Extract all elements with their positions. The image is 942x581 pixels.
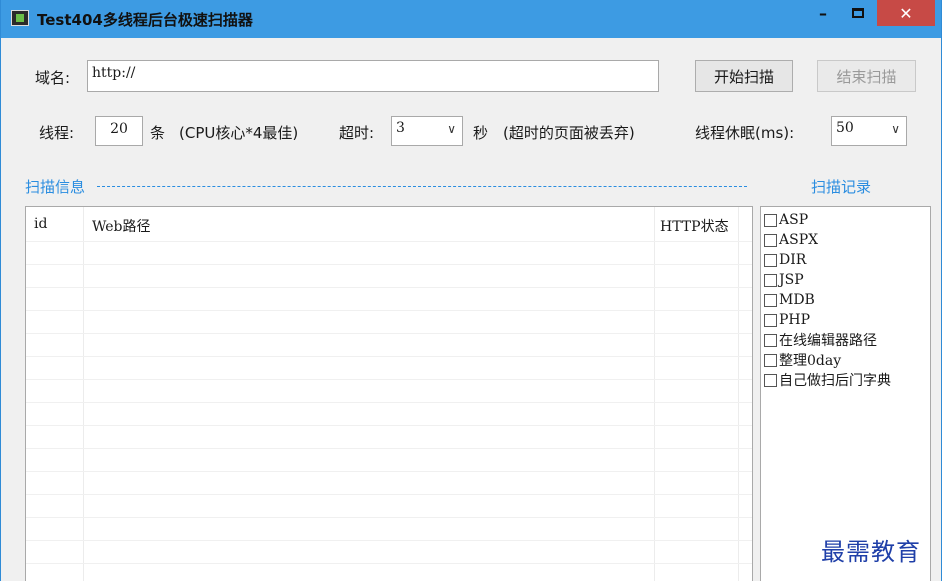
close-button[interactable]: ✕: [877, 0, 935, 26]
threads-input[interactable]: 20: [95, 116, 143, 146]
column-header-web-path[interactable]: Web路径: [92, 216, 151, 236]
record-checkbox-0day[interactable]: 整理0day: [764, 350, 930, 370]
chevron-down-icon: ∨: [447, 122, 456, 136]
record-label: JSP: [779, 272, 804, 288]
record-label: 自己做扫后门字典: [779, 373, 891, 389]
title-bar[interactable]: Test404多线程后台极速扫描器 – ✕: [1, 0, 941, 38]
scan-results-list[interactable]: id Web路径 HTTP状态: [25, 206, 753, 581]
record-label: DIR: [779, 252, 807, 268]
sleep-select[interactable]: 50 ∨: [831, 116, 907, 146]
row-line: [26, 310, 752, 311]
record-label: 整理0day: [779, 353, 842, 369]
record-checkbox-php[interactable]: PHP: [764, 310, 930, 330]
checkbox[interactable]: [764, 373, 777, 387]
timeout-value: 3: [396, 120, 405, 136]
start-scan-button[interactable]: 开始扫描: [695, 60, 793, 92]
row-line: [26, 264, 752, 265]
row-line: [26, 356, 752, 357]
row-line: [26, 402, 752, 403]
checkbox[interactable]: [764, 353, 777, 367]
scan-records-panel: ASP ASPX DIR JSP MDB PHP 在线编辑器路径 整理0day …: [760, 206, 931, 581]
record-checkbox-aspx[interactable]: ASPX: [764, 230, 930, 250]
list-header: id Web路径 HTTP状态: [26, 207, 752, 241]
window-title: Test404多线程后台极速扫描器: [37, 11, 253, 29]
record-checkbox-online-editor[interactable]: 在线编辑器路径: [764, 330, 930, 350]
record-checkbox-backdoor-dict[interactable]: 自己做扫后门字典: [764, 370, 930, 390]
checkbox[interactable]: [764, 273, 777, 287]
row-line: [26, 494, 752, 495]
threads-hint: (CPU核心*4最佳): [179, 124, 299, 142]
watermark: 最需教育: [821, 538, 921, 566]
record-label: 在线编辑器路径: [779, 333, 877, 349]
timeout-hint: (超时的页面被丢弃): [503, 124, 635, 142]
app-icon: [11, 10, 29, 26]
chevron-down-icon: ∨: [891, 122, 900, 136]
row-line: [26, 333, 752, 334]
minimize-button[interactable]: –: [807, 0, 839, 26]
record-checkbox-jsp[interactable]: JSP: [764, 270, 930, 290]
record-label: ASP: [779, 212, 809, 228]
row-line: [26, 471, 752, 472]
threads-label: 线程:: [39, 124, 75, 142]
record-checkbox-mdb[interactable]: MDB: [764, 290, 930, 310]
domain-input[interactable]: http://: [87, 60, 659, 92]
row-line: [26, 241, 752, 242]
checkbox[interactable]: [764, 213, 777, 227]
sleep-label: 线程休眠(ms):: [695, 124, 795, 142]
timeout-label: 超时:: [339, 124, 375, 142]
row-line: [26, 448, 752, 449]
domain-label: 域名:: [35, 69, 71, 87]
maximize-icon: [852, 8, 864, 18]
app-window: Test404多线程后台极速扫描器 – ✕ 域名: http:// 开始扫描 结…: [0, 0, 942, 581]
checkbox[interactable]: [764, 313, 777, 327]
row-line: [26, 563, 752, 564]
row-line: [26, 287, 752, 288]
checkbox[interactable]: [764, 333, 777, 347]
row-line: [26, 540, 752, 541]
record-label: MDB: [779, 292, 815, 308]
column-header-id[interactable]: id: [34, 216, 47, 232]
threads-unit: 条: [150, 124, 166, 142]
checkbox[interactable]: [764, 293, 777, 307]
record-label: PHP: [779, 312, 811, 328]
row-line: [26, 425, 752, 426]
maximize-button[interactable]: [843, 0, 873, 26]
record-label: ASPX: [779, 232, 819, 248]
checkbox[interactable]: [764, 253, 777, 267]
checkbox[interactable]: [764, 233, 777, 247]
column-header-http-status[interactable]: HTTP状态: [660, 216, 729, 236]
scan-records-title: 扫描记录: [811, 178, 872, 196]
sleep-value: 50: [836, 120, 854, 136]
timeout-unit: 秒: [473, 124, 489, 142]
record-checkbox-asp[interactable]: ASP: [764, 210, 930, 230]
record-checkbox-dir[interactable]: DIR: [764, 250, 930, 270]
timeout-select[interactable]: 3 ∨: [391, 116, 463, 146]
scan-info-title: 扫描信息: [25, 178, 86, 196]
row-line: [26, 517, 752, 518]
section-divider: [97, 186, 747, 187]
stop-scan-button[interactable]: 结束扫描: [817, 60, 916, 92]
row-line: [26, 379, 752, 380]
